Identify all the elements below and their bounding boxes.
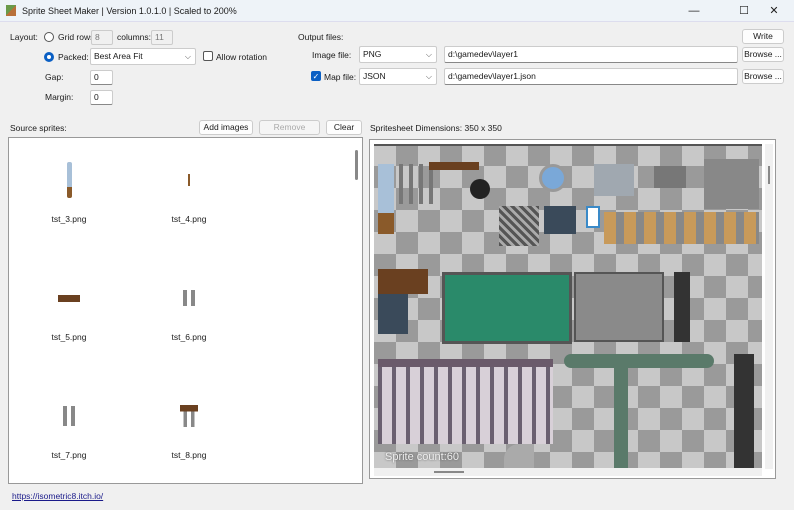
sprite-name: tst_7.png [51,450,87,460]
sprite-item[interactable]: tst_7.png [14,378,124,483]
preview-horizontal-scrollbar[interactable] [374,468,762,476]
add-images-button[interactable]: Add images [199,120,253,135]
minimize-button[interactable]: — [674,0,714,22]
plank-icon [14,278,124,318]
itch-link[interactable]: https://isometric8.itch.io/ [12,491,103,501]
grid-rows-input[interactable]: 8 [91,30,113,45]
grid-radio[interactable] [44,32,54,42]
allow-rotation-checkbox[interactable] [203,51,213,61]
algorithm-select[interactable]: Best Area Fit ⌵ [90,48,196,65]
sprite-item[interactable]: tst_5.png [14,260,124,378]
map-format-value: JSON [363,71,386,81]
sprite-name: tst_4.png [171,214,207,224]
map-format-select[interactable]: JSON ⌵ [359,68,437,85]
sprite-item[interactable]: tst_8.png [134,378,244,483]
dimensions-value: 350 x 350 [464,123,502,133]
app-icon [6,5,16,16]
image-browse-button[interactable]: Browse ... [742,47,784,62]
packed-label: Packed: [58,52,89,62]
sprite-item[interactable]: tst_4.png [134,142,244,260]
sprite-name: tst_8.png [171,450,207,460]
title-bar: Sprite Sheet Maker | Version 1.0.1.0 | S… [0,0,794,22]
map-browse-button[interactable]: Browse ... [742,69,784,84]
write-button[interactable]: Write [742,29,784,44]
gap-label: Gap: [45,72,64,82]
list-scrollbar[interactable] [355,150,358,180]
source-sprites-list[interactable]: tst_3.png tst_4.png tst_5.png tst_6.png … [8,137,363,484]
columns-input[interactable]: 11 [151,30,173,45]
map-file-label: Map file: [324,72,357,82]
output-files-label: Output files: [298,32,344,42]
gap-input[interactable]: 0 [90,70,113,85]
sprite-name: tst_5.png [51,332,87,342]
sprite-item[interactable]: tst_3.png [14,142,124,260]
chain-icon [134,278,244,318]
allow-rotation-label: Allow rotation [216,52,268,62]
dimensions-label: Spritesheet Dimensions: 350 x 350 [370,123,502,133]
chevron-down-icon: ⌵ [425,72,432,81]
map-path-input[interactable]: d:\gamedev\layer1.json [444,68,738,85]
margin-label: Margin: [45,92,74,102]
window-title: Sprite Sheet Maker | Version 1.0.1.0 | S… [22,6,237,16]
columns-label: columns: [117,32,152,42]
stick-icon [134,160,244,200]
spritesheet-canvas [374,144,762,469]
source-sprites-label: Source sprites: [10,123,67,133]
image-file-label: Image file: [312,50,352,60]
clear-button[interactable]: Clear [326,120,362,135]
sprite-name: tst_6.png [171,332,207,342]
layout-label: Layout: [10,32,38,42]
close-button[interactable]: ✕ [754,0,794,22]
sprite-item[interactable]: tst_6.png [134,260,244,378]
spritesheet-preview[interactable]: Sprite count:60 [369,139,776,479]
margin-input[interactable]: 0 [90,90,113,105]
packed-radio[interactable] [44,52,54,62]
sword-icon [14,160,124,200]
chevron-down-icon: ⌵ [184,52,191,61]
sprite-count-label: Sprite count:60 [385,451,459,463]
chain-icon [14,396,124,436]
chain-plank-icon [134,396,244,436]
image-format-select[interactable]: PNG ⌵ [359,46,437,63]
sprite-name: tst_3.png [51,214,87,224]
remove-button[interactable]: Remove [259,120,320,135]
image-path-input[interactable]: d:\gamedev\layer1 [444,46,738,63]
algorithm-value: Best Area Fit [94,51,143,61]
chevron-down-icon: ⌵ [425,50,432,59]
dimensions-caption: Spritesheet Dimensions: [370,123,463,133]
preview-vertical-scrollbar[interactable] [765,144,773,469]
image-format-value: PNG [363,49,382,59]
map-file-checkbox[interactable]: ✓ [311,71,321,81]
